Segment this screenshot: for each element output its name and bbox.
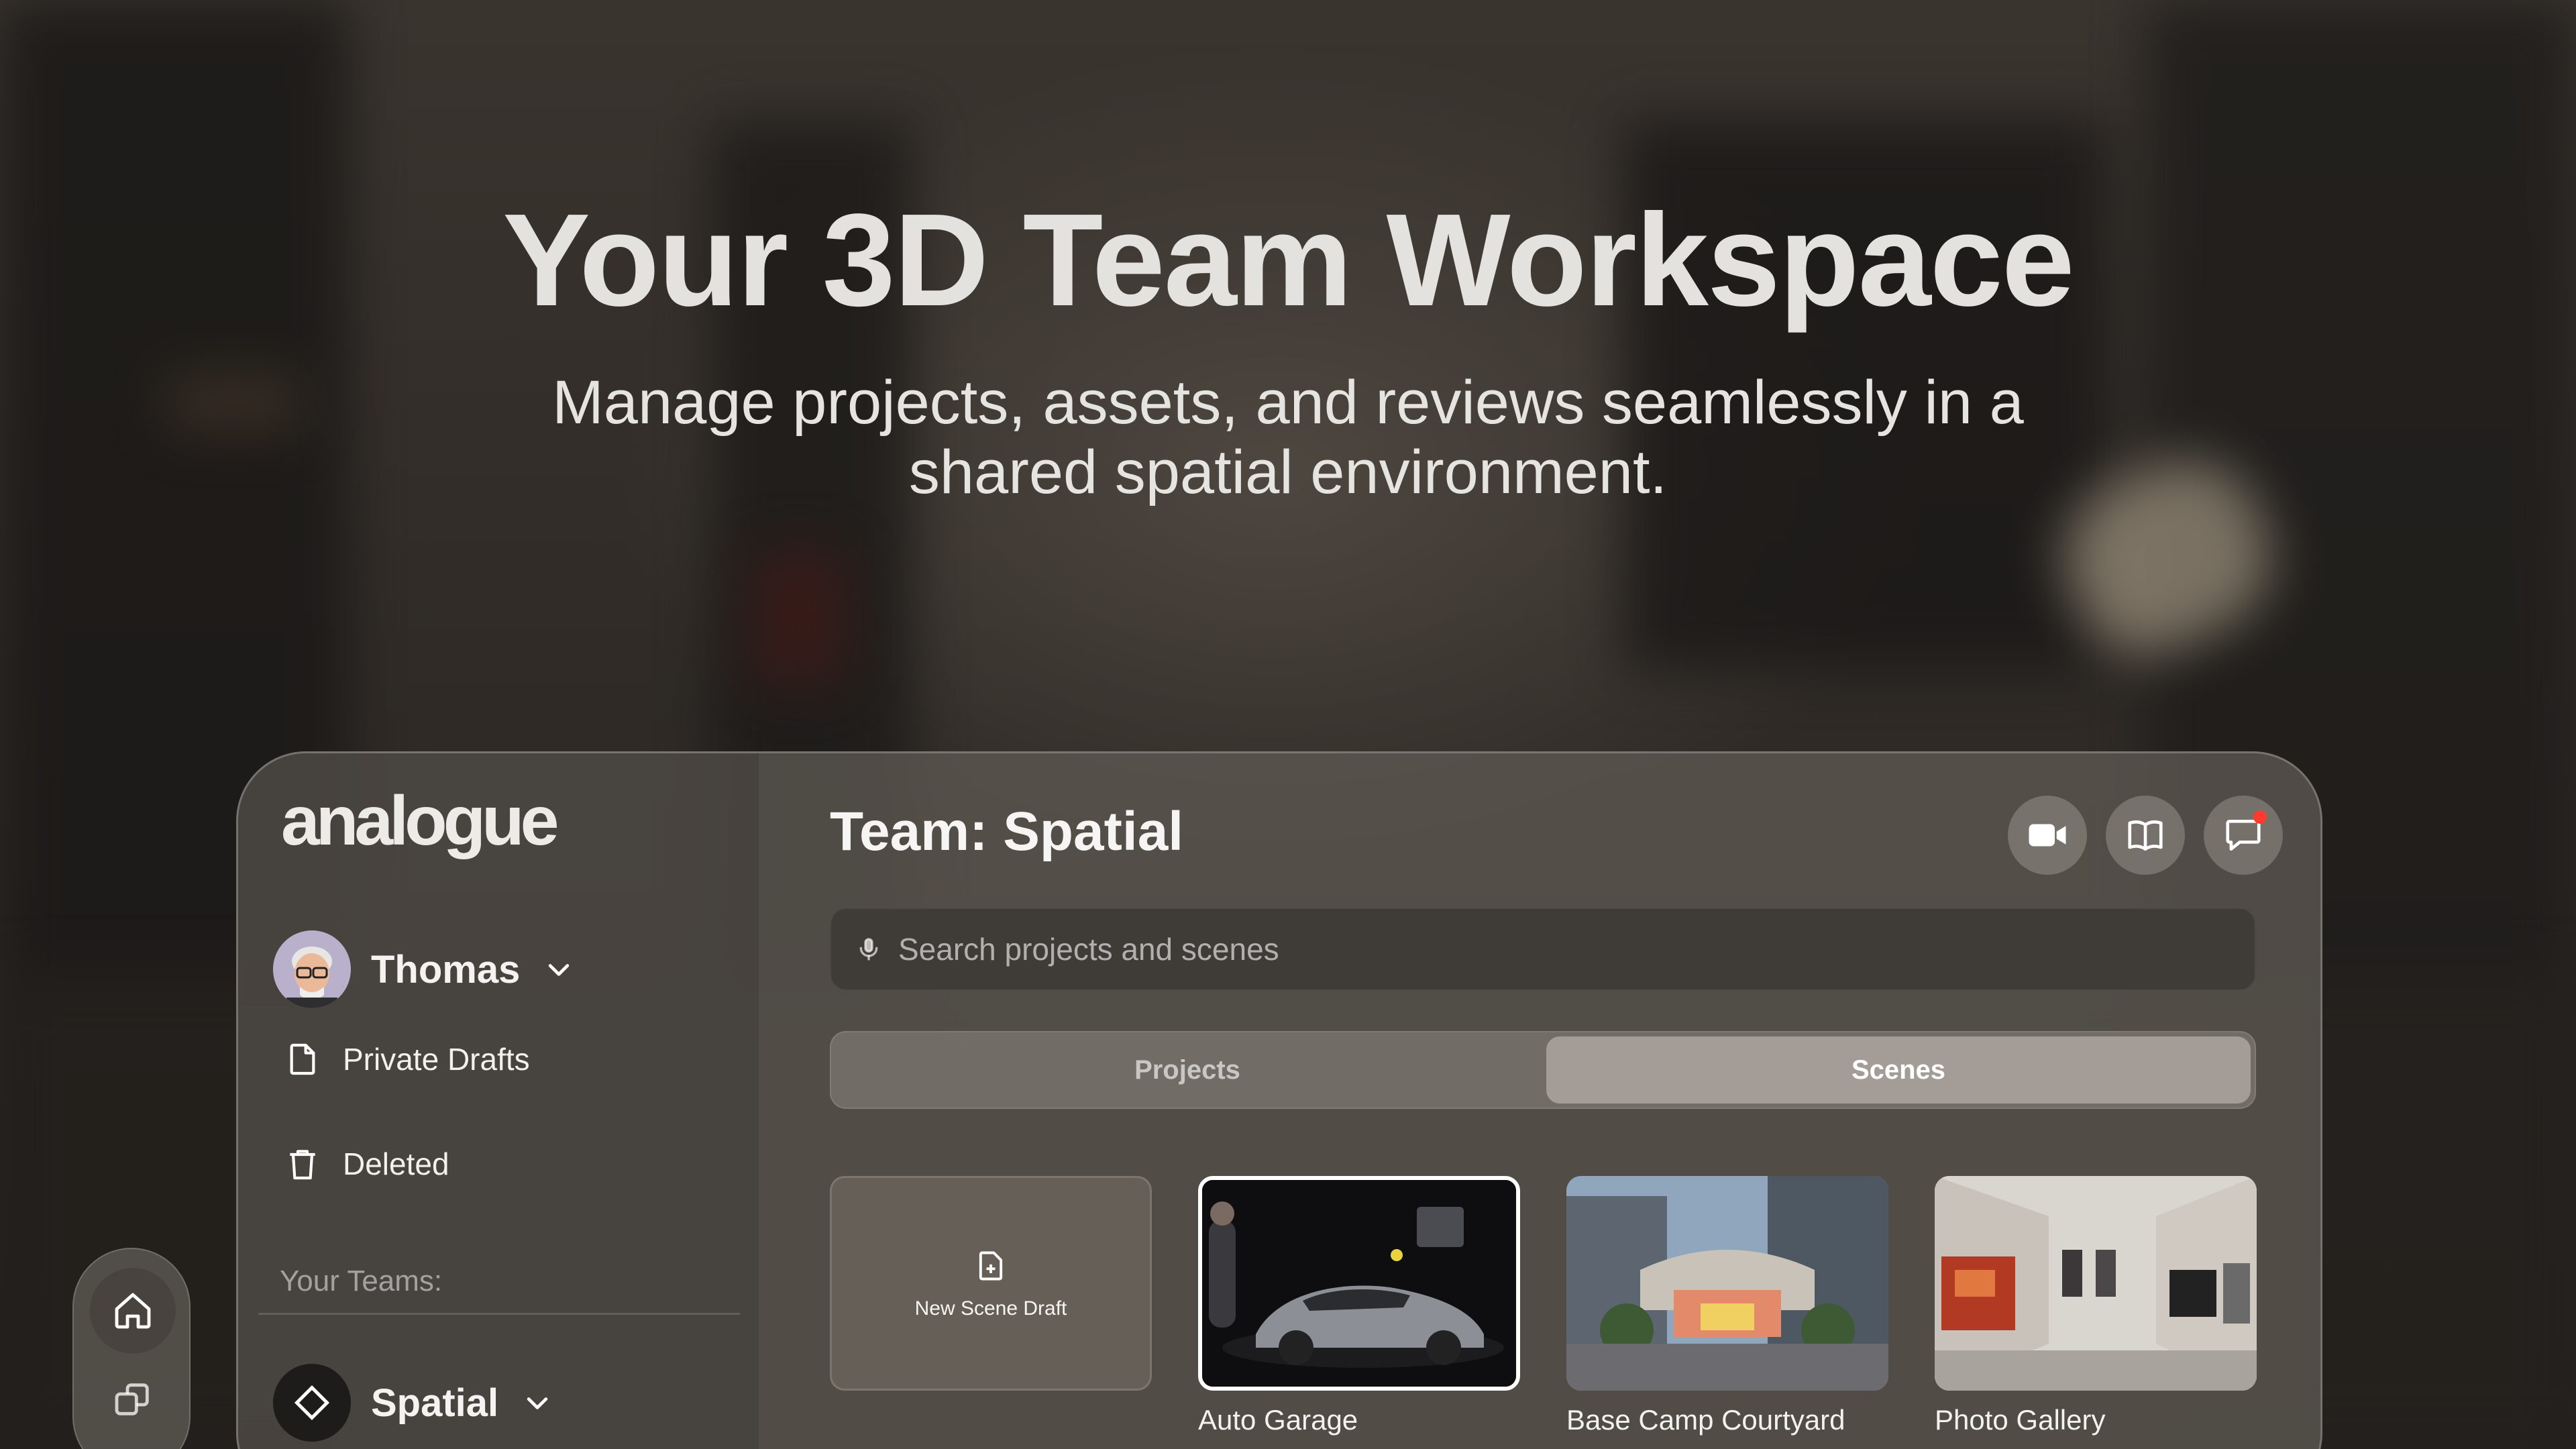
sidebar: analogue Thomas Private Drafts Deleted Y… xyxy=(238,753,759,1449)
app-logo: analogue xyxy=(281,782,559,860)
home-icon xyxy=(115,1293,151,1329)
chat-button[interactable] xyxy=(2204,796,2283,875)
hero-title: Your 3D Team Workspace xyxy=(502,186,2075,333)
notification-badge xyxy=(2253,810,2267,824)
hero-subtitle: Manage projects, assets, and reviews sea… xyxy=(552,368,2024,506)
sidebar-item-label: Private Drafts xyxy=(343,1042,530,1077)
sidebar-item-private-drafts[interactable]: Private Drafts xyxy=(281,1038,530,1081)
team-menu-spatial[interactable]: Spatial xyxy=(273,1364,552,1442)
search-input[interactable] xyxy=(898,931,2173,967)
card-label: New Scene Draft xyxy=(914,1297,1067,1320)
microphone-icon xyxy=(859,938,878,961)
scene-thumbnail xyxy=(1566,1176,1888,1391)
sidebar-item-deleted[interactable]: Deleted xyxy=(281,1142,449,1185)
chevron-down-icon xyxy=(523,1388,552,1417)
user-menu[interactable]: Thomas xyxy=(273,930,574,1008)
user-name: Thomas xyxy=(371,947,521,991)
search-bar[interactable] xyxy=(830,908,2256,991)
chevron-down-icon xyxy=(544,955,574,984)
diamond-icon xyxy=(273,1364,351,1442)
tab-scenes[interactable]: Scenes xyxy=(1546,1036,2251,1104)
cube-icon xyxy=(115,1383,149,1415)
home-button[interactable] xyxy=(90,1268,176,1354)
book-icon xyxy=(2128,820,2163,851)
scene-card-photo-gallery[interactable] xyxy=(1935,1176,2257,1391)
scene-thumbnail xyxy=(1202,1180,1516,1387)
card-label: Auto Garage xyxy=(1198,1404,1358,1436)
guide-button[interactable] xyxy=(2106,796,2185,875)
avatar xyxy=(273,930,351,1008)
page-title: Team: Spatial xyxy=(830,801,1184,862)
divider xyxy=(258,1313,740,1315)
video-camera-icon xyxy=(2029,824,2066,847)
scene-card-auto-garage[interactable] xyxy=(1198,1176,1520,1391)
objects-button[interactable] xyxy=(90,1356,176,1442)
card-label: Photo Gallery xyxy=(1935,1404,2106,1436)
new-scene-draft-card[interactable]: New Scene Draft xyxy=(830,1176,1152,1391)
scene-card-base-camp-courtyard[interactable] xyxy=(1566,1176,1888,1391)
workspace-window: analogue Thomas Private Drafts Deleted Y… xyxy=(236,751,2322,1449)
teams-heading: Your Teams: xyxy=(280,1265,443,1297)
team-name: Spatial xyxy=(371,1381,499,1425)
card-label: Base Camp Courtyard xyxy=(1566,1404,1845,1436)
sidebar-item-label: Deleted xyxy=(343,1146,449,1181)
trash-icon xyxy=(281,1142,324,1185)
tab-projects[interactable]: Projects xyxy=(835,1036,1540,1104)
view-switcher: Projects Scenes xyxy=(830,1031,2256,1109)
document-icon xyxy=(281,1038,324,1081)
scene-thumbnail xyxy=(1935,1176,2257,1391)
new-document-icon xyxy=(979,1251,1003,1281)
tool-rail xyxy=(72,1248,191,1449)
video-call-button[interactable] xyxy=(2008,796,2087,875)
